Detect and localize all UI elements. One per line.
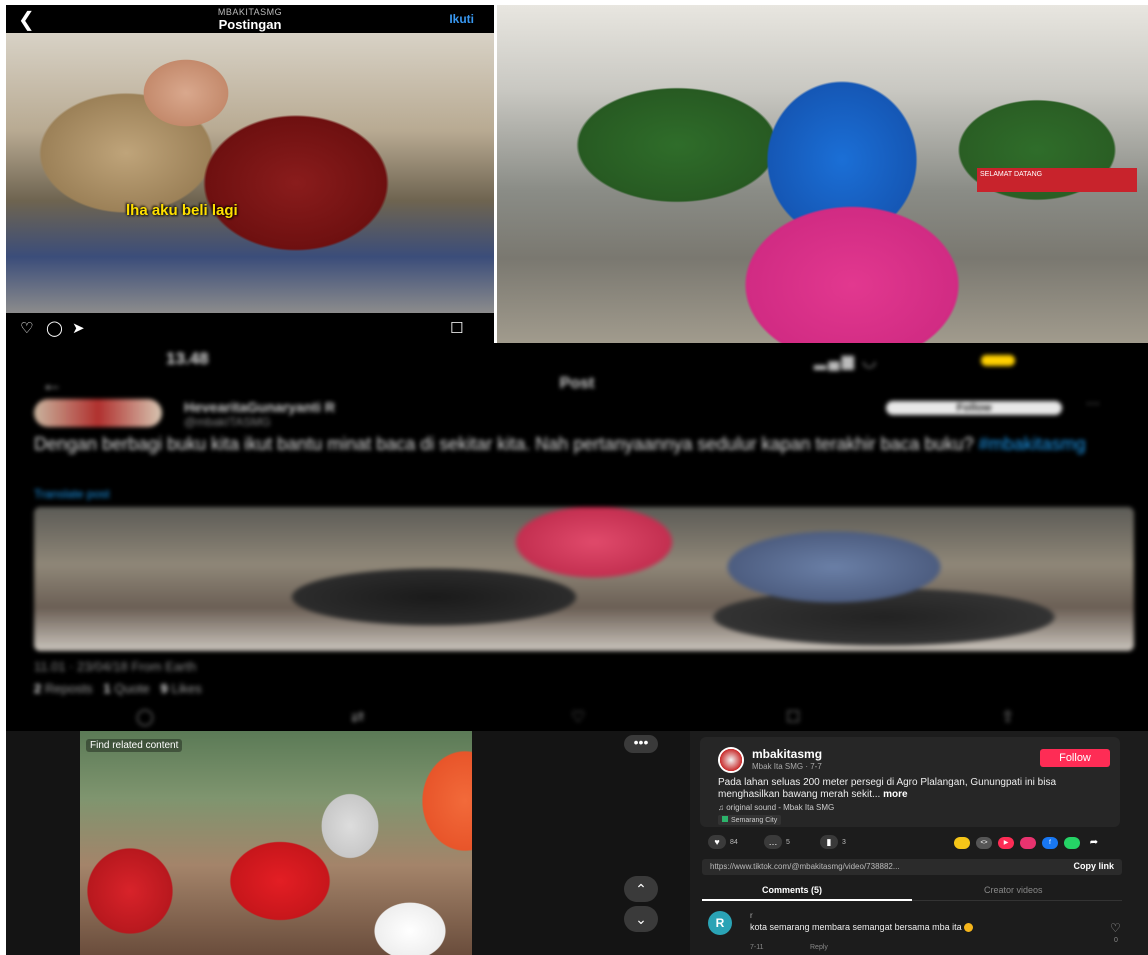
more-link[interactable]: more: [883, 789, 907, 800]
save-count: 3: [842, 838, 846, 846]
battery-icon: [981, 355, 1015, 366]
avatar[interactable]: [718, 747, 744, 773]
find-related-content[interactable]: Find related content: [86, 739, 183, 752]
tiktok-subtitle: Mbak Ita SMG · 7-7: [752, 762, 822, 771]
likes-count: 9: [160, 681, 168, 696]
tiktok-description: Pada lahan seluas 200 meter persegi di A…: [718, 777, 1118, 801]
twitter-post-panel: 13.48 ▂▄▆ ◡ ← Post HevearitaGunaryanti R…: [6, 343, 1148, 731]
twitter-handle[interactable]: @mbakITASMG: [184, 415, 271, 429]
coin-icon[interactable]: [954, 837, 970, 849]
bookmark-icon[interactable]: ☐: [786, 707, 800, 727]
location-label: Semarang City: [731, 817, 778, 824]
comment-date: 7-11: [750, 944, 764, 951]
tweet-stats: 2 Reposts 1 Quote 9 Likes: [34, 681, 202, 696]
send-icon[interactable]: ▶: [998, 837, 1014, 849]
instagram-post-panel: ❮ MBAKITASMG Postingan Ikuti lha aku bel…: [6, 5, 494, 343]
more-icon[interactable]: •••: [624, 735, 658, 753]
comment-icon[interactable]: ◯: [46, 319, 63, 337]
share-icon[interactable]: ➤: [72, 319, 85, 337]
bookmark-icon: ▮: [820, 835, 838, 849]
video-url[interactable]: https://www.tiktok.com/@mbakitasmg/video…: [710, 862, 900, 871]
reposts-count: 2: [34, 681, 42, 696]
chevron-down-icon[interactable]: ⌄: [624, 906, 658, 932]
comment-icon[interactable]: ◯: [136, 707, 154, 727]
comment-text: kota semarang membara semangat bersama m…: [750, 922, 1070, 933]
comment-body: kota semarang membara semangat bersama m…: [750, 922, 962, 932]
like-stat[interactable]: ♥ 84: [708, 835, 738, 849]
signal-wifi-icon: ▂▄▆ ◡: [814, 353, 879, 370]
tiktok-info-card: mbakitasmg Mbak Ita SMG · 7-7 Follow Pad…: [700, 737, 1120, 827]
video-link-bar: https://www.tiktok.com/@mbakitasmg/video…: [702, 859, 1122, 875]
background-banner: SELAMAT DATANG: [977, 168, 1137, 192]
instagram-follow-button[interactable]: Ikuti: [449, 12, 474, 26]
comment-avatar[interactable]: R: [708, 911, 732, 935]
avatar[interactable]: [34, 399, 162, 427]
tab-comments[interactable]: Comments (5): [762, 885, 822, 895]
share-icon[interactable]: ⇧: [1001, 707, 1014, 727]
comment-username[interactable]: r: [750, 911, 753, 920]
location-icon: [722, 816, 728, 822]
instagram-post-image[interactable]: [6, 33, 494, 313]
heart-icon: ♥: [708, 835, 726, 849]
save-stat[interactable]: ▮ 3: [820, 835, 846, 849]
like-count: 84: [730, 838, 738, 846]
location-tag[interactable]: Semarang City: [718, 815, 782, 825]
facebook-share-icon[interactable]: f: [1042, 837, 1058, 849]
tweet-actions-bar: ◯ ⇄ ♡ ☐ ⇧: [6, 703, 1148, 731]
reposts-label[interactable]: Reposts: [45, 681, 93, 696]
quotes-label[interactable]: Quote: [114, 681, 149, 696]
likes-label[interactable]: Likes: [171, 681, 201, 696]
comment-like-count: 0: [1114, 937, 1118, 944]
instagram-header: ❮ MBAKITASMG Postingan Ikuti: [6, 5, 494, 33]
tweet-timestamp: 11.01 · 23/04/18 From Earth: [34, 659, 197, 674]
whatsapp-icon[interactable]: [1064, 837, 1080, 849]
comment-stat[interactable]: … 5: [764, 835, 790, 849]
portrait-photo: SELAMAT DATANG: [497, 5, 1148, 343]
quotes-count: 1: [103, 681, 111, 696]
status-bar-time: 13.48: [166, 349, 209, 368]
tiktok-stats: ♥ 84 … 5 ▮ 3 <> ▶ f ➦: [708, 835, 1128, 855]
tab-creator-videos[interactable]: Creator videos: [984, 885, 1043, 895]
tiktok-sidebar: mbakitasmg Mbak Ita SMG · 7-7 Follow Pad…: [690, 731, 1148, 955]
tiktok-video[interactable]: [80, 731, 472, 955]
instagram-username: MBAKITASMG: [217, 7, 283, 17]
twitter-page-title: Post: [559, 375, 595, 392]
copy-link-button[interactable]: Copy link: [1073, 861, 1114, 871]
tiktok-tabs: Comments (5) Creator videos: [702, 883, 1122, 901]
bookmark-icon[interactable]: ☐: [450, 319, 463, 337]
heart-icon[interactable]: ♡: [1110, 921, 1121, 935]
embed-icon[interactable]: <>: [976, 837, 992, 849]
instagram-video-caption: lha aku beli lagi: [126, 202, 238, 219]
heart-icon[interactable]: ♡: [20, 319, 33, 337]
tweet-hashtag[interactable]: #mbakitasmg: [979, 434, 1086, 454]
tiktok-username[interactable]: mbakitasmg: [752, 747, 822, 761]
more-icon[interactable]: ⋯: [1086, 395, 1100, 412]
repost-icon[interactable]: ⇄: [351, 707, 364, 727]
comment-count: 5: [786, 838, 790, 846]
translate-link[interactable]: Translate post: [34, 487, 110, 501]
instagram-page-title: Postingan: [218, 17, 282, 32]
emoji-icon: [964, 923, 974, 933]
comment-icon: …: [764, 835, 782, 849]
chevron-up-icon[interactable]: ⌃: [624, 876, 658, 902]
reply-button[interactable]: Reply: [810, 944, 828, 951]
tiktok-follow-button[interactable]: Follow: [1040, 749, 1110, 767]
tweet-image[interactable]: [34, 507, 1134, 651]
heart-icon[interactable]: ♡: [571, 707, 585, 727]
tiktok-sound[interactable]: ♫ original sound - Mbak Ita SMG: [718, 803, 834, 812]
whatsapp-share-icon[interactable]: [1020, 837, 1036, 849]
tweet-text: Dengan berbagi buku kita ikut bantu mina…: [34, 433, 1124, 455]
twitter-follow-button[interactable]: Follow: [886, 401, 1062, 415]
twitter-display-name[interactable]: HevearitaGunaryanti R: [184, 399, 335, 415]
tiktok-panel: Find related content ••• ⌃ ⌄ mbakitasmg …: [6, 731, 1148, 955]
tweet-body: Dengan berbagi buku kita ikut bantu mina…: [34, 434, 974, 454]
active-tab-indicator: [702, 899, 912, 901]
share-icon[interactable]: ➦: [1086, 837, 1102, 849]
instagram-actions-bar: ♡ ◯ ➤ ☐: [6, 313, 494, 343]
